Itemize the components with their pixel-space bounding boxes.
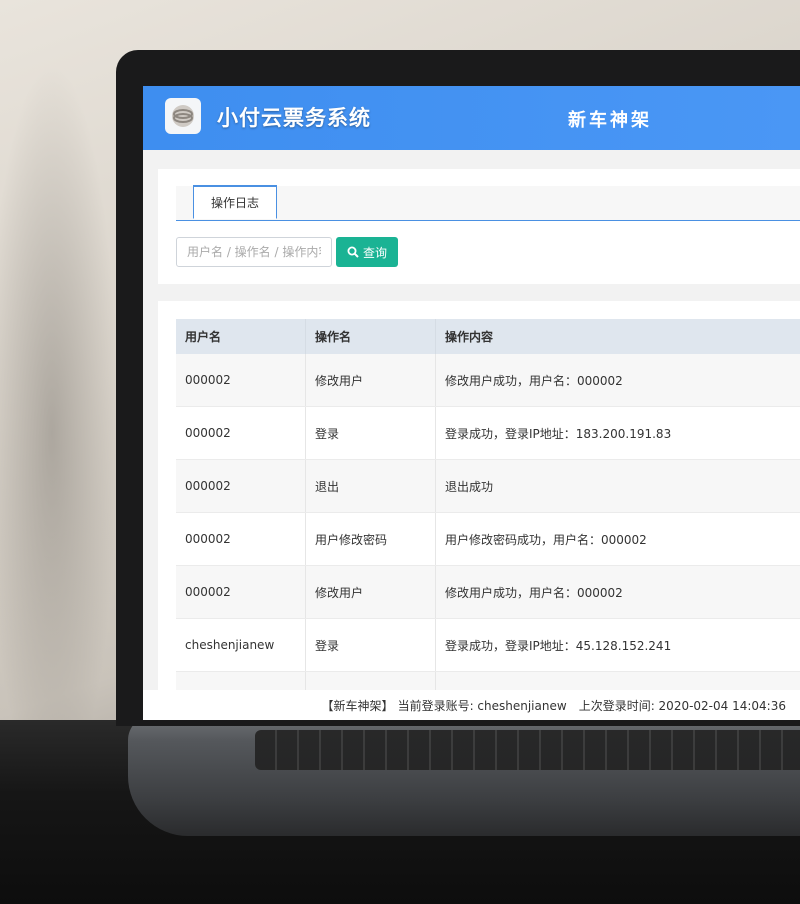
query-button[interactable]: 查询: [336, 237, 398, 267]
app-title: 小付云票务系统: [217, 106, 371, 130]
table-row[interactable]: cheshenjianew 登录 登录成功，登录IP地址：45.128.152.…: [176, 618, 800, 672]
cell-content: 退出成功: [435, 459, 800, 513]
table-row[interactable]: 000002 修改用户 修改用户成功，用户名：000002: [176, 354, 800, 407]
table-header-row: 用户名 操作名 操作内容: [176, 319, 800, 354]
cell-action: 退出: [305, 459, 436, 513]
footer-last-login: 上次登录时间: 2020-02-04 14:04:36: [578, 698, 786, 713]
ring-logo-icon[interactable]: [165, 98, 201, 134]
cell-action: 登录: [305, 406, 436, 460]
app-screen: 小付云票务系统 新车神架 操作日志 查询 用户名 操作名 操作内容: [143, 86, 800, 720]
cell-content: 修改用户成功，用户名：000002: [435, 354, 800, 407]
column-header-username[interactable]: 用户名: [176, 319, 306, 354]
header-bar: 小付云票务系统 新车神架: [143, 86, 800, 150]
status-footer: 【新车神架】 当前登录账号: cheshenjianew 上次登录时间: 202…: [143, 690, 800, 720]
cell-action: 用户修改密码: [305, 512, 436, 566]
cell-action: 登录: [305, 618, 436, 672]
table-row[interactable]: 000002 修改用户 修改用户成功，用户名：000002: [176, 565, 800, 619]
cell-content: 修改用户成功，用户名：000002: [435, 565, 800, 619]
column-header-content[interactable]: 操作内容: [435, 319, 800, 354]
cell-username: 000002: [176, 512, 306, 566]
footer-company-tag: 【新车神架】: [321, 698, 394, 713]
company-name: 新车神架: [568, 110, 652, 131]
tab-bar: 操作日志: [176, 185, 800, 221]
wall-shadow: [0, 0, 130, 720]
query-button-label: 查询: [362, 245, 387, 260]
cell-content: 用户修改密码成功，用户名：000002: [435, 512, 800, 566]
cell-action: 修改用户: [305, 354, 436, 407]
cell-username: 000002: [176, 459, 306, 513]
laptop-keyboard: [255, 730, 800, 770]
column-header-action[interactable]: 操作名: [305, 319, 436, 354]
table-row[interactable]: 000002 退出 退出成功: [176, 459, 800, 513]
cell-content: 登录成功，登录IP地址：45.128.152.241: [435, 618, 800, 672]
cell-username: cheshenjianew: [176, 618, 306, 672]
table-row[interactable]: 000002 登录 登录成功，登录IP地址：183.200.191.83: [176, 406, 800, 460]
footer-account: 当前登录账号: cheshenjianew: [397, 698, 567, 713]
cell-action: 修改用户: [305, 565, 436, 619]
table-row[interactable]: 000002 用户修改密码 用户修改密码成功，用户名：000002: [176, 512, 800, 566]
cell-username: 000002: [176, 565, 306, 619]
cell-content: 登录成功，登录IP地址：183.200.191.83: [435, 406, 800, 460]
log-table: 用户名 操作名 操作内容 000002 修改用户 修改用户成功，用户名：0000…: [176, 319, 800, 720]
search-input[interactable]: [176, 237, 332, 267]
search-icon: [347, 246, 359, 258]
tab-operation-log[interactable]: 操作日志: [193, 185, 277, 219]
cell-username: 000002: [176, 354, 306, 407]
cell-username: 000002: [176, 406, 306, 460]
log-table-panel: 用户名 操作名 操作内容 000002 修改用户 修改用户成功，用户名：0000…: [158, 301, 800, 720]
search-panel: 操作日志 查询: [158, 169, 800, 284]
